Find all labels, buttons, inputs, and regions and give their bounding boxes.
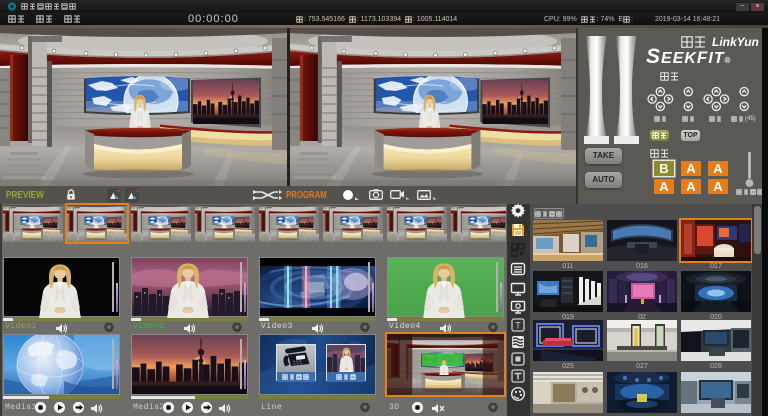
svg-text:A: A <box>713 161 723 176</box>
svg-text:B: B <box>659 161 668 176</box>
svg-text:T: T <box>515 321 521 331</box>
svg-text:A: A <box>659 179 669 194</box>
svg-text:A: A <box>686 161 696 176</box>
svg-text:A: A <box>713 179 723 194</box>
svg-text:A: A <box>686 179 696 194</box>
